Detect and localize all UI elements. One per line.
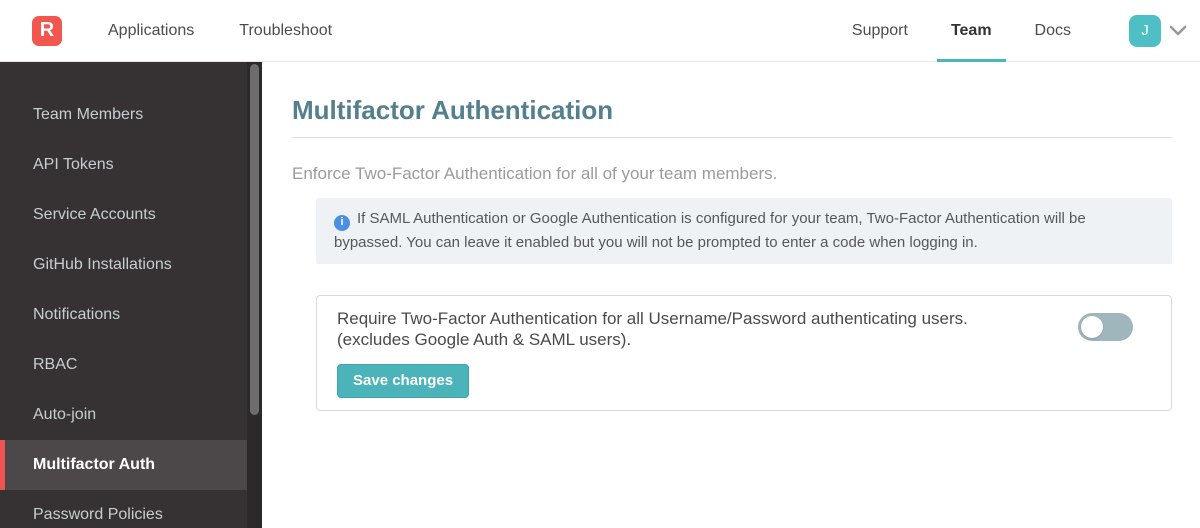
info-icon: i (334, 214, 350, 231)
sidebar-item-auto-join[interactable]: Auto-join (0, 390, 247, 440)
two-factor-setting-card: Require Two-Factor Authentication for al… (316, 294, 1172, 411)
nav-item-support[interactable]: Support (838, 0, 922, 62)
nav-item-label: Troubleshoot (239, 21, 333, 39)
user-avatar[interactable]: J (1129, 14, 1161, 47)
navbar-right: Support Team Docs J (838, 0, 1200, 62)
nav-item-docs[interactable]: Docs (1021, 0, 1085, 62)
page-subtitle: Enforce Two-Factor Authentication for al… (292, 164, 778, 183)
sidebar-item-github-installations[interactable]: GitHub Installations (0, 240, 247, 290)
nav-item-label: Support (851, 21, 908, 39)
save-changes-button[interactable]: Save changes (337, 363, 470, 398)
sidebar-scrollbar-track[interactable] (247, 62, 262, 528)
top-navbar: R Applications Troubleshoot Support Team… (0, 0, 1200, 62)
settings-section: i If SAML Authentication or Google Authen… (316, 198, 1172, 411)
sidebar-scrollbar-thumb[interactable] (250, 64, 259, 415)
main-content: Multifactor Authentication Enforce Two-F… (262, 62, 1200, 528)
sidebar-item-service-accounts[interactable]: Service Accounts (0, 190, 247, 240)
nav-item-applications[interactable]: Applications (108, 0, 194, 62)
nav-item-troubleshoot[interactable]: Troubleshoot (239, 0, 332, 62)
sidebar-item-notifications[interactable]: Notifications (0, 290, 247, 340)
setting-left-column: Require Two-Factor Authentication for al… (337, 308, 968, 398)
title-divider (292, 137, 1172, 138)
rollbar-logo[interactable]: R (32, 15, 62, 46)
settings-sidebar: Team Members API Tokens Service Accounts… (0, 62, 262, 528)
nav-item-label: Team (950, 21, 992, 39)
chevron-down-icon[interactable] (1169, 25, 1187, 37)
sidebar-list: Team Members API Tokens Service Accounts… (0, 62, 247, 528)
nav-item-label: Applications (108, 21, 195, 39)
toggle-knob (1081, 315, 1103, 338)
setting-label-line1: Require Two-Factor Authentication for al… (337, 308, 968, 328)
setting-label: Require Two-Factor Authentication for al… (337, 308, 968, 350)
two-factor-toggle[interactable] (1078, 312, 1133, 341)
logo-letter: R (39, 19, 55, 41)
avatar-initial: J (1141, 22, 1149, 39)
nav-item-label: Docs (1034, 21, 1071, 39)
sidebar-item-password-policies[interactable]: Password Policies (0, 490, 247, 528)
setting-label-line2: (excludes Google Auth & SAML users). (337, 329, 632, 349)
info-note: i If SAML Authentication or Google Authen… (316, 198, 1172, 264)
sidebar-item-api-tokens[interactable]: API Tokens (0, 140, 247, 190)
navbar-left: R Applications Troubleshoot (0, 0, 377, 62)
nav-item-team[interactable]: Team (936, 0, 1006, 62)
sidebar-item-rbac[interactable]: RBAC (0, 340, 247, 390)
sidebar-item-multifactor-auth[interactable]: Multifactor Auth (0, 440, 247, 490)
active-tab-underline (936, 58, 1006, 62)
page-title: Multifactor Authentication (292, 95, 614, 125)
info-note-text: If SAML Authentication or Google Authent… (334, 210, 1086, 251)
sidebar-item-team-members[interactable]: Team Members (0, 90, 247, 140)
